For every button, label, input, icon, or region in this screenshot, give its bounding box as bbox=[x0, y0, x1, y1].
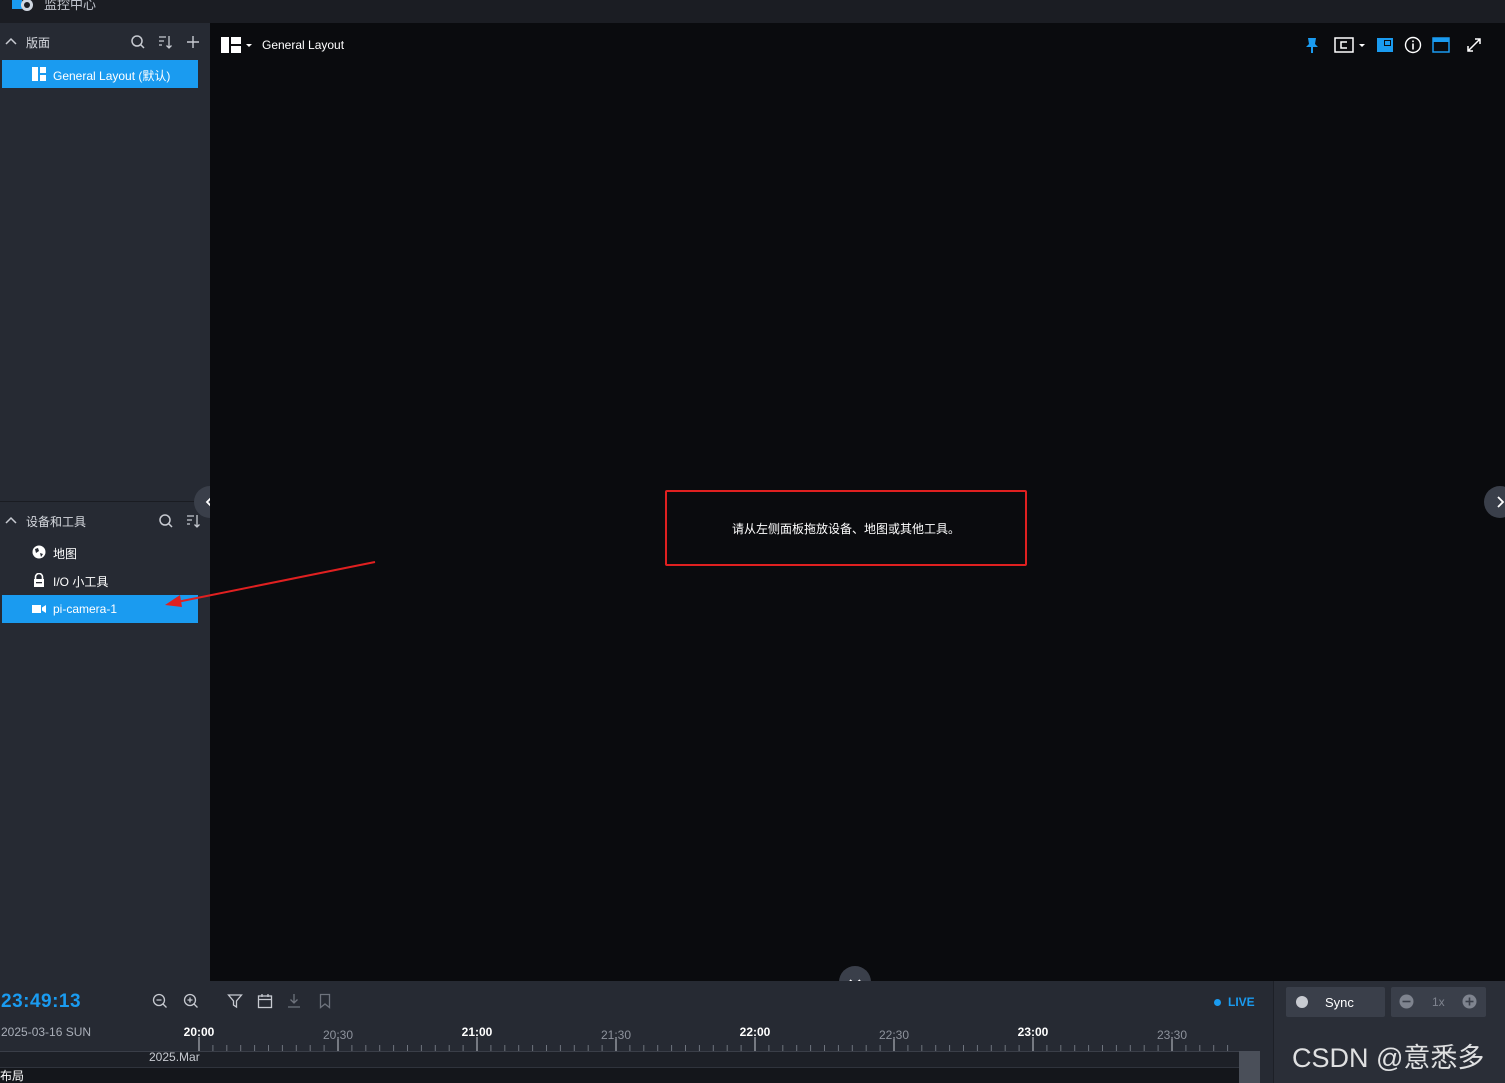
chevron-up-icon[interactable] bbox=[5, 515, 17, 527]
devices-section-header[interactable]: 设备和工具 bbox=[0, 504, 210, 538]
time-ruler[interactable]: 20:00 20:30 21:00 21:30 22:00 22:30 23:00 23:30 bbox=[148, 1025, 1240, 1051]
calendar-icon[interactable] bbox=[257, 993, 273, 1009]
drop-hint-box: 请从左侧面板拖放设备、地图或其他工具。 bbox=[665, 490, 1027, 566]
ruler-tick-label: 23:00 bbox=[1017, 1025, 1049, 1039]
month-label: 2025.Mar bbox=[149, 1050, 200, 1064]
current-date: 2025-03-16 SUN bbox=[1, 1025, 92, 1039]
current-time: 23:49:13 bbox=[1, 991, 82, 1012]
tree-item-label: pi-camera-1 bbox=[53, 602, 118, 616]
globe-icon bbox=[32, 545, 46, 559]
layout-item-label: General Layout (默认) bbox=[53, 69, 171, 83]
ruler-tick-label: 20:00 bbox=[183, 1025, 215, 1039]
sort-icon[interactable] bbox=[157, 34, 173, 50]
aspect-ratio-dropdown-icon[interactable] bbox=[1334, 36, 1368, 54]
layout-track[interactable] bbox=[0, 1067, 1260, 1083]
annotation-arrow bbox=[165, 561, 376, 607]
chevron-up-icon[interactable] bbox=[5, 36, 17, 48]
fullscreen-icon[interactable] bbox=[1465, 36, 1483, 54]
live-label: LIVE bbox=[1228, 995, 1255, 1009]
pin-icon[interactable] bbox=[1303, 36, 1321, 54]
layout-selector-button[interactable] bbox=[221, 37, 255, 55]
timeline-panel: 23:49:13 2025-03-16 SUN LIVE 20:00 20:30 2… bbox=[0, 981, 1505, 1083]
csdn-watermark: CSDN @意悉多 bbox=[1292, 1043, 1485, 1073]
layouts-section-header[interactable]: 版面 bbox=[0, 25, 210, 59]
ruler-tick-label: 23:30 bbox=[1156, 1028, 1188, 1042]
chevron-right-icon bbox=[1497, 496, 1505, 508]
ruler-ticks bbox=[198, 1037, 1229, 1051]
sort-icon[interactable] bbox=[185, 513, 201, 529]
title-bar: 监控中心 bbox=[0, 0, 1505, 23]
sync-button[interactable]: Sync bbox=[1286, 987, 1385, 1017]
layouts-section-title: 版面 bbox=[26, 35, 51, 50]
ruler-tick-label: 21:30 bbox=[600, 1028, 632, 1042]
app-window: 监控中心 版面 General Layout (默认) 设备和工具 地图 I/O… bbox=[0, 0, 1505, 1083]
speed-increase-icon[interactable] bbox=[1462, 994, 1477, 1009]
speed-decrease-icon[interactable] bbox=[1399, 994, 1414, 1009]
info-icon[interactable] bbox=[1404, 36, 1422, 54]
tree-item-label: 地图 bbox=[53, 547, 78, 561]
timeline-scrollbar[interactable] bbox=[1239, 1051, 1260, 1083]
search-icon[interactable] bbox=[130, 34, 146, 50]
app-logo-icon bbox=[12, 0, 33, 11]
layout-grid-icon bbox=[32, 67, 46, 81]
download-icon[interactable] bbox=[286, 993, 302, 1009]
section-divider bbox=[0, 501, 210, 502]
layout-item-general[interactable]: General Layout (默认) bbox=[2, 60, 198, 88]
layout-title: General Layout bbox=[262, 38, 345, 52]
layout-row-label: 布局 bbox=[0, 1069, 25, 1083]
filter-icon[interactable] bbox=[227, 993, 243, 1009]
layout-view: General Layout 请从左侧面板拖放设备、地图或其他工具。 bbox=[210, 23, 1505, 981]
sync-radio-icon bbox=[1296, 996, 1308, 1008]
zoom-in-icon[interactable] bbox=[183, 993, 199, 1009]
add-icon[interactable] bbox=[185, 34, 201, 50]
app-title: 监控中心 bbox=[44, 0, 97, 12]
zoom-out-icon[interactable] bbox=[152, 993, 168, 1009]
window-mode-icon[interactable] bbox=[1432, 36, 1450, 54]
speed-label: 1x bbox=[1432, 995, 1445, 1009]
tree-item-label: I/O 小工具 bbox=[53, 575, 109, 589]
ruler-tick-label: 22:30 bbox=[878, 1028, 910, 1042]
ruler-tick-label: 22:00 bbox=[739, 1025, 771, 1039]
search-icon[interactable] bbox=[158, 513, 174, 529]
layout-grid-icon bbox=[221, 37, 252, 53]
ruler-tick-label: 20:30 bbox=[322, 1028, 354, 1042]
bookmark-icon[interactable] bbox=[317, 993, 333, 1009]
live-dot-icon bbox=[1214, 998, 1221, 1006]
camera-icon bbox=[32, 605, 46, 613]
devices-section-title: 设备和工具 bbox=[26, 514, 87, 529]
left-panel: 版面 General Layout (默认) 设备和工具 地图 I/O 小工具 … bbox=[0, 23, 210, 981]
picture-in-picture-icon[interactable] bbox=[1376, 36, 1394, 54]
sync-label: Sync bbox=[1325, 995, 1354, 1010]
lock-icon bbox=[34, 573, 44, 587]
ruler-tick-label: 21:00 bbox=[461, 1025, 493, 1039]
speed-control: 1x bbox=[1391, 987, 1486, 1017]
live-indicator[interactable]: LIVE bbox=[1214, 995, 1255, 1009]
drop-hint-text: 请从左侧面板拖放设备、地图或其他工具。 bbox=[731, 521, 960, 536]
